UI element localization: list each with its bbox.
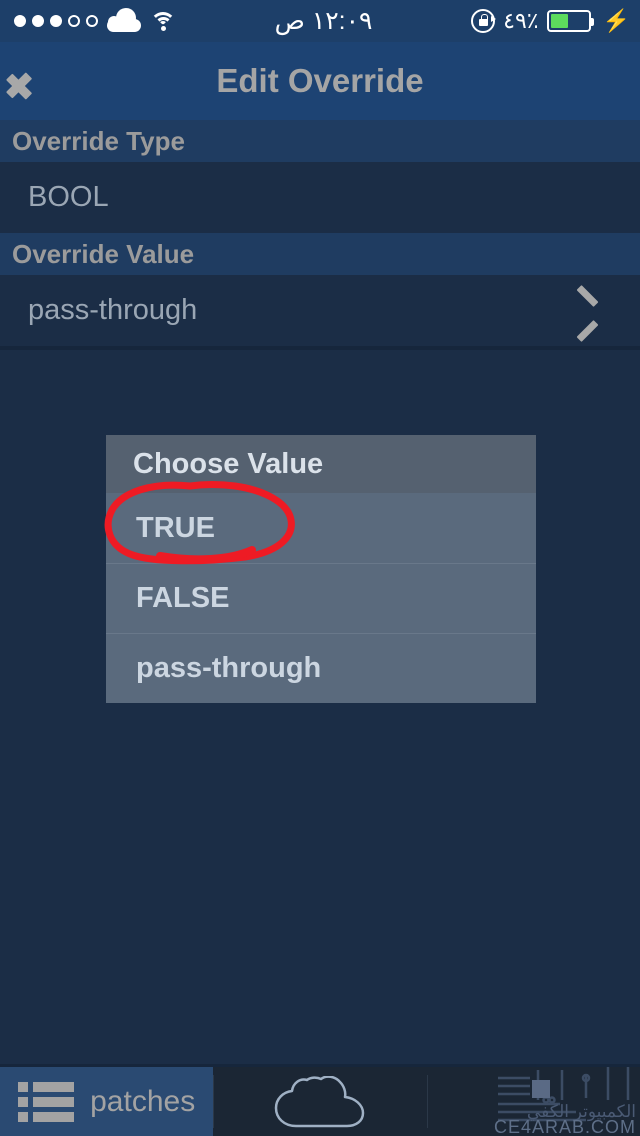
dialog-option-label: FALSE xyxy=(136,582,230,614)
list-icon xyxy=(18,1081,76,1122)
section-header-override-value: Override Value xyxy=(0,233,640,275)
cell-value-override-type: BOOL xyxy=(28,181,109,213)
app-screen: ١٢:٠٩ ص ٪٤٩ ⚡ Edit Override Override Typ… xyxy=(0,0,640,1136)
table-row-override-value[interactable]: pass-through xyxy=(0,275,640,346)
chevron-left-icon xyxy=(26,60,52,104)
status-bar-left xyxy=(0,8,176,32)
dialog-option-label: TRUE xyxy=(136,511,215,544)
signal-dot-5 xyxy=(86,15,98,27)
back-button[interactable] xyxy=(26,60,96,104)
dialog-option-label: pass-through xyxy=(136,652,322,684)
table-row-override-type[interactable]: BOOL xyxy=(0,162,640,233)
section-header-override-type: Override Type xyxy=(0,120,640,162)
signal-dot-1 xyxy=(14,15,26,27)
cloud-icon xyxy=(274,1075,366,1128)
dialog-option-true[interactable]: TRUE xyxy=(106,493,536,563)
signal-dot-2 xyxy=(32,15,44,27)
status-bar-clock: ١٢:٠٩ ص xyxy=(274,7,373,35)
dialog-option-false[interactable]: FALSE xyxy=(106,563,536,633)
status-bar: ١٢:٠٩ ص ٪٤٩ ⚡ xyxy=(0,0,640,42)
rotation-lock-icon xyxy=(471,9,497,33)
tab-watermark[interactable]: الكمبيوتر الكفي CE4ARAB.COM xyxy=(426,1067,640,1136)
tab-bar: patches الكمبيوتر الكفي CE4ARAB.COM xyxy=(0,1064,640,1136)
wifi-icon xyxy=(150,11,176,31)
battery-fill xyxy=(550,14,569,28)
battery-percent-label: ٪٤٩ xyxy=(503,8,539,33)
signal-dot-3 xyxy=(50,15,62,27)
carrier-cloud-icon xyxy=(107,8,141,32)
dialog-title: Choose Value xyxy=(106,435,536,493)
watermark-url: CE4ARAB.COM xyxy=(493,1117,636,1136)
signal-dot-4 xyxy=(68,15,80,27)
signal-strength-icon xyxy=(14,15,98,27)
table-bottom-separator xyxy=(0,346,640,350)
watermark-graphic: الكمبيوتر الكفي CE4ARAB.COM xyxy=(427,1067,640,1136)
battery-icon xyxy=(546,10,594,32)
status-bar-right: ٪٤٩ ⚡ xyxy=(471,8,640,34)
chevron-right-icon xyxy=(578,292,600,330)
cell-value-override-value: pass-through xyxy=(28,294,198,326)
choose-value-dialog: Choose Value TRUE FALSE pass-through xyxy=(106,435,536,703)
page-title: Edit Override xyxy=(216,62,424,99)
tab-patches[interactable]: patches xyxy=(0,1067,214,1136)
tab-label-patches: patches xyxy=(90,1084,196,1118)
navigation-bar: Edit Override xyxy=(0,42,640,120)
charging-bolt-icon: ⚡ xyxy=(602,8,630,33)
dialog-option-pass-through[interactable]: pass-through xyxy=(106,633,536,703)
tab-cloud[interactable] xyxy=(213,1067,426,1136)
